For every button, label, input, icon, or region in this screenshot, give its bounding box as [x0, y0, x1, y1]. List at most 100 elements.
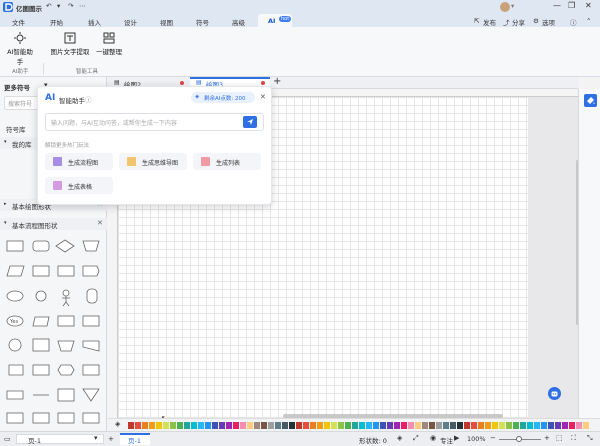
publish-button[interactable]: 发布 — [483, 17, 496, 27]
fit-width-icon[interactable]: ⬚ — [556, 434, 563, 442]
options-icon[interactable]: ⚙ — [533, 17, 539, 25]
menu-insert[interactable]: 插入 — [88, 17, 101, 27]
color-swatch[interactable] — [247, 422, 253, 429]
color-swatch[interactable] — [555, 422, 561, 429]
color-swatch[interactable] — [422, 422, 428, 429]
menu-ai[interactable]: AI — [268, 17, 275, 25]
color-swatch[interactable] — [401, 422, 407, 429]
color-swatch[interactable] — [170, 422, 176, 429]
color-swatch[interactable] — [338, 422, 344, 429]
share-button[interactable]: 分享 — [512, 17, 525, 27]
color-swatch[interactable] — [478, 422, 484, 429]
ai-dialog-close-icon[interactable]: ✕ — [260, 93, 266, 101]
color-swatch[interactable] — [324, 422, 330, 429]
color-swatch[interactable] — [492, 422, 498, 429]
fill-bucket-icon[interactable]: ◈ — [115, 420, 120, 428]
layers-icon[interactable]: ◈ — [397, 434, 402, 442]
expand-arrow-icon[interactable]: ▸ — [4, 201, 7, 207]
color-swatch[interactable] — [464, 422, 470, 429]
expand-icon[interactable]: ⤡ — [587, 434, 593, 443]
generate-flowchart-button[interactable]: 生成流程图 — [45, 153, 113, 170]
color-swatch[interactable] — [163, 422, 169, 429]
ai-assistant-button[interactable]: AI智能助手 — [4, 32, 36, 66]
zoom-slider-handle[interactable] — [516, 436, 522, 442]
color-swatch[interactable] — [471, 422, 477, 429]
color-swatch[interactable] — [520, 422, 526, 429]
color-swatch[interactable] — [310, 422, 316, 429]
menu-start[interactable]: 开始 — [50, 17, 63, 27]
image-text-extract-button[interactable]: 图片文字提取 — [50, 32, 90, 56]
color-swatch[interactable] — [380, 422, 386, 429]
color-swatch[interactable] — [541, 422, 547, 429]
library-label[interactable]: 符号库 — [6, 124, 26, 134]
color-swatch[interactable] — [436, 422, 442, 429]
minimize-button[interactable]: — — [553, 1, 561, 10]
color-swatch[interactable] — [191, 422, 197, 429]
color-swatch[interactable] — [506, 422, 512, 429]
fullscreen-icon[interactable]: ⛶ — [571, 434, 576, 443]
publish-icon[interactable]: ⇱ — [474, 17, 479, 25]
color-swatch[interactable] — [415, 422, 421, 429]
undo-icon[interactable]: ↶ — [46, 2, 51, 10]
color-swatch[interactable] — [219, 422, 225, 429]
collapse-ribbon-icon[interactable]: ⌃ — [586, 17, 591, 25]
help-icon[interactable]: ⓘ — [570, 17, 577, 27]
color-swatch[interactable] — [359, 422, 365, 429]
redo-icon[interactable]: ↷ — [68, 2, 73, 10]
color-swatch[interactable] — [282, 422, 288, 429]
color-swatch[interactable] — [450, 422, 456, 429]
collapse-arrow-icon[interactable]: ▾ — [4, 139, 7, 145]
color-swatch[interactable] — [205, 422, 211, 429]
color-swatch[interactable] — [373, 422, 379, 429]
more-quick-icon[interactable]: ⋯ — [79, 2, 86, 10]
color-swatch[interactable] — [142, 422, 148, 429]
color-swatch[interactable] — [303, 422, 309, 429]
menu-design[interactable]: 设计 — [124, 17, 137, 27]
color-swatch[interactable] — [184, 422, 190, 429]
color-swatch[interactable] — [513, 422, 519, 429]
color-swatch[interactable] — [296, 422, 302, 429]
color-swatch[interactable] — [226, 422, 232, 429]
color-swatch[interactable] — [212, 422, 218, 429]
color-swatch[interactable] — [345, 422, 351, 429]
color-swatch[interactable] — [254, 422, 260, 429]
color-swatch[interactable] — [128, 422, 134, 429]
color-swatch[interactable] — [576, 422, 582, 429]
share-icon[interactable]: ⤴ — [503, 17, 510, 27]
color-swatch[interactable] — [527, 422, 533, 429]
add-page-button[interactable]: + — [108, 435, 114, 443]
one-click-organize-button[interactable]: 一键整理 — [94, 32, 124, 56]
color-swatch[interactable] — [240, 422, 246, 429]
avatar[interactable] — [500, 2, 510, 12]
avatar-dropdown-icon[interactable]: ▾ — [511, 2, 514, 10]
zoom-in-icon[interactable]: + — [544, 434, 550, 442]
generate-mindmap-button[interactable]: 生成思维导图 — [119, 153, 187, 170]
menu-symbol[interactable]: 符号 — [196, 17, 209, 27]
color-swatch[interactable] — [485, 422, 491, 429]
color-swatch[interactable] — [198, 422, 204, 429]
color-swatch[interactable] — [268, 422, 274, 429]
color-swatch[interactable] — [177, 422, 183, 429]
menu-advanced[interactable]: 高级 — [232, 17, 245, 27]
color-swatch[interactable] — [233, 422, 239, 429]
add-tab-button[interactable]: + — [273, 77, 281, 87]
page-select-dropdown-icon[interactable]: ▾ — [94, 434, 98, 442]
color-swatch[interactable] — [499, 422, 505, 429]
menu-file[interactable]: 文件 — [12, 17, 25, 27]
play-icon[interactable]: ▶ — [454, 434, 459, 442]
close-flow-icon[interactable]: ✕ — [97, 219, 103, 227]
color-swatch[interactable] — [149, 422, 155, 429]
color-swatch[interactable] — [352, 422, 358, 429]
fit-page-icon[interactable]: ⤢ — [413, 434, 419, 443]
color-swatch[interactable] — [394, 422, 400, 429]
options-button[interactable]: 选项 — [542, 17, 555, 27]
maximize-button[interactable]: ❐ — [568, 1, 575, 10]
color-swatch[interactable] — [261, 422, 267, 429]
color-swatch[interactable] — [569, 422, 575, 429]
color-swatch[interactable] — [135, 422, 141, 429]
color-swatch[interactable] — [534, 422, 540, 429]
color-swatch[interactable] — [457, 422, 463, 429]
color-swatch[interactable] — [583, 422, 589, 429]
zoom-value[interactable]: 100% — [467, 435, 486, 443]
color-swatch[interactable] — [548, 422, 554, 429]
